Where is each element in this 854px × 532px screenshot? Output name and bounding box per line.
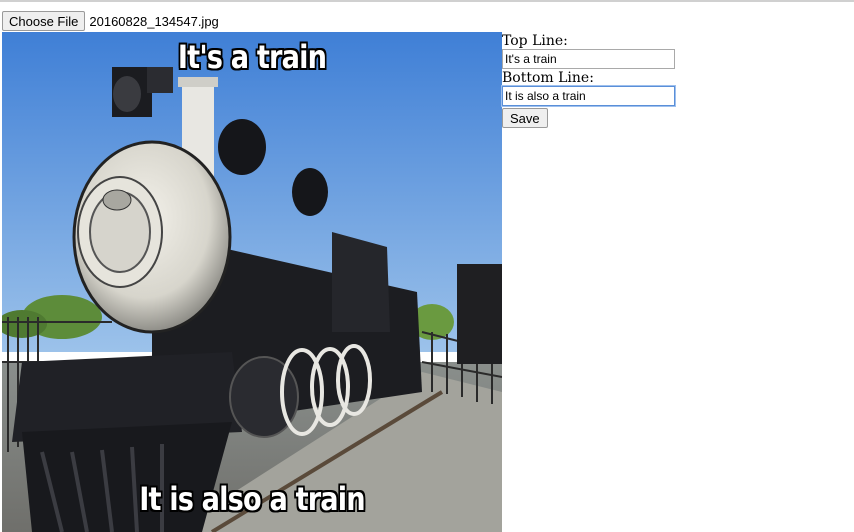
selected-file-name: 20160828_134547.jpg: [89, 13, 219, 29]
file-upload-row: Choose File 20160828_134547.jpg: [2, 11, 219, 31]
page-top-border: [0, 0, 854, 2]
meme-top-text: It's a train: [177, 38, 327, 76]
meme-image: It's a train It is also a train: [2, 32, 502, 532]
top-line-label: Top Line:: [502, 33, 568, 49]
top-line-input[interactable]: [502, 49, 675, 69]
meme-bottom-text: It is also a train: [139, 480, 365, 518]
save-button[interactable]: Save: [502, 108, 548, 128]
meme-form: Top Line: Bottom Line: Save: [502, 33, 702, 128]
bottom-line-label: Bottom Line:: [502, 70, 594, 86]
choose-file-button[interactable]: Choose File: [2, 11, 86, 31]
train-photo: [2, 32, 502, 532]
bottom-line-input[interactable]: [502, 86, 675, 106]
